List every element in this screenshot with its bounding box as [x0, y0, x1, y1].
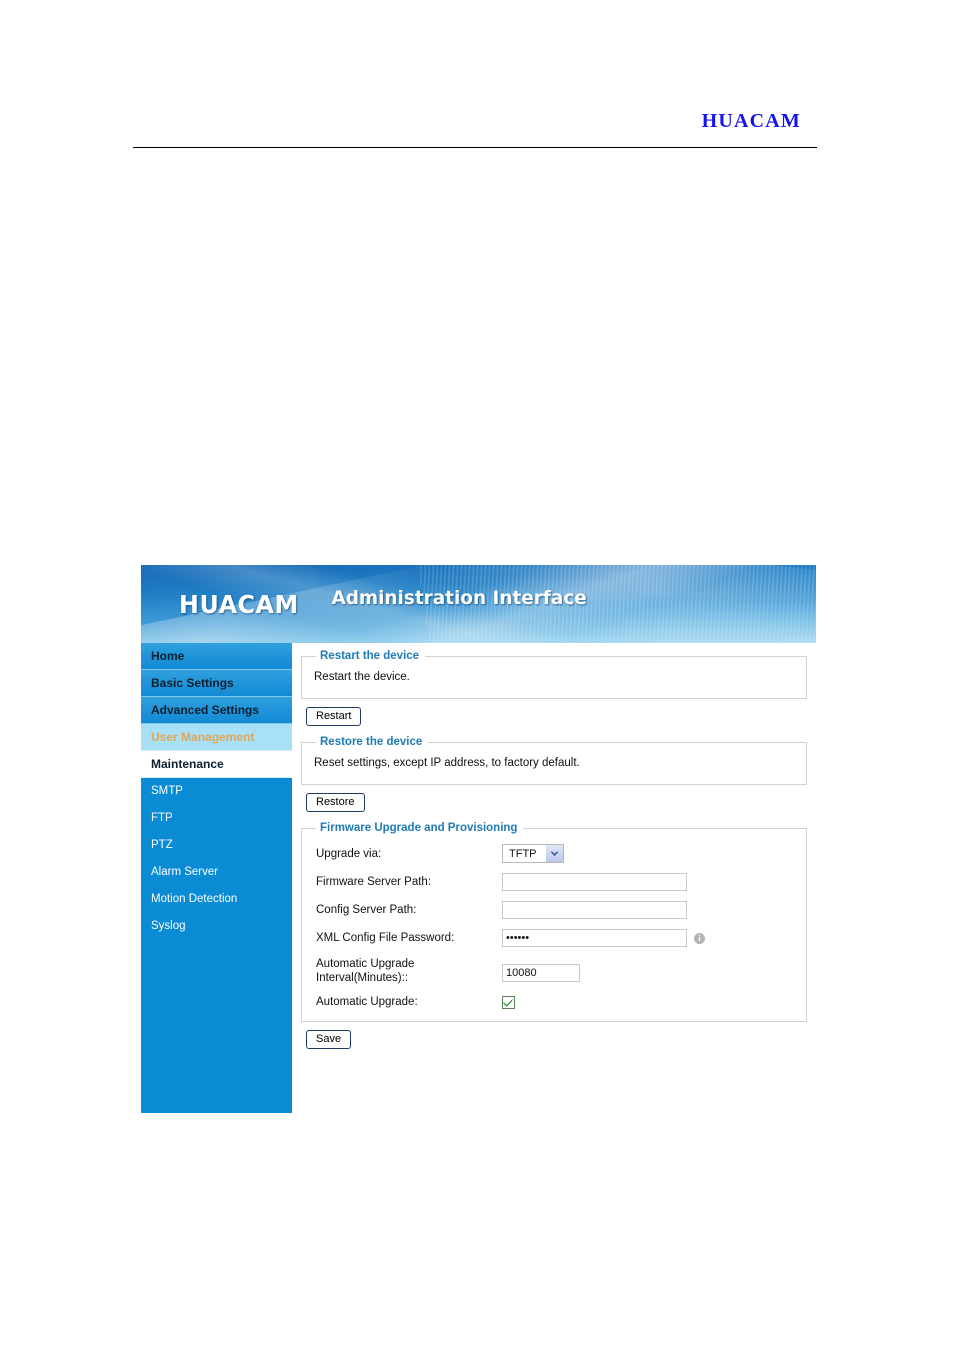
sidebar-item-maintenance[interactable]: Maintenance	[141, 751, 292, 778]
sidebar-item-advanced-settings[interactable]: Advanced Settings	[141, 697, 292, 724]
content-panel: Restart the device Restart the device. R…	[292, 643, 816, 1113]
config-server-path-input[interactable]	[502, 901, 687, 920]
automatic-upgrade-interval-label: Automatic Upgrade Interval(Minutes)::	[316, 958, 415, 985]
sidebar-item-alarm-server[interactable]: Alarm Server	[141, 859, 292, 886]
sidebar-item-label: PTZ	[151, 839, 173, 851]
sidebar-item-label: Home	[151, 649, 185, 663]
sidebar-item-basic-settings[interactable]: Basic Settings	[141, 670, 292, 697]
upgrade-via-selected-value: TFTP	[509, 847, 537, 860]
app-banner: HUACAM Administration Interface	[141, 565, 816, 643]
sidebar-item-ftp[interactable]: FTP	[141, 805, 292, 832]
sidebar-item-ptz[interactable]: PTZ	[141, 832, 292, 859]
sidebar-item-label: Maintenance	[151, 757, 224, 771]
upgrade-via-label: Upgrade via:	[316, 847, 382, 860]
restore-device-legend: Restore the device	[320, 736, 423, 749]
sidebar-item-motion-detection[interactable]: Motion Detection	[141, 886, 292, 913]
restart-device-legend: Restart the device	[320, 650, 420, 662]
restore-device-section: Restore the device Reset settings, excep…	[301, 736, 807, 786]
restore-button[interactable]: Restore	[306, 793, 365, 813]
page-title: Administration Interface	[331, 587, 587, 609]
row-xml-config-password: XML Config File Password: i	[312, 929, 796, 948]
sidebar-item-label: Motion Detection	[151, 893, 238, 905]
sidebar-navigation: Home Basic Settings Advanced Settings Us…	[141, 643, 292, 1113]
sidebar-item-label: Advanced Settings	[151, 703, 260, 717]
header-divider	[133, 147, 817, 148]
sidebar-item-label: Syslog	[151, 920, 186, 932]
sidebar-item-home[interactable]: Home	[141, 643, 292, 670]
sidebar-item-label: SMTP	[151, 785, 183, 797]
restart-device-description: Restart the device.	[314, 671, 410, 683]
document-brand-title: HUACAM	[701, 110, 801, 132]
restore-device-description: Reset settings, except IP address, to fa…	[314, 757, 580, 770]
firmware-form: Upgrade via: TFTP Firmware Server Path: …	[312, 844, 796, 1009]
sidebar-item-user-management[interactable]: User Management	[141, 724, 292, 751]
xml-config-password-label: XML Config File Password:	[316, 932, 455, 945]
automatic-upgrade-label: Automatic Upgrade:	[316, 996, 418, 1009]
document-header: HUACAM	[133, 110, 817, 154]
info-icon[interactable]: i	[694, 932, 705, 944]
row-config-server-path: Config Server Path:	[312, 901, 796, 920]
row-firmware-server-path: Firmware Server Path:	[312, 873, 796, 892]
firmware-upgrade-section: Firmware Upgrade and Provisioning Upgrad…	[301, 822, 807, 1023]
xml-config-password-input[interactable]	[502, 929, 687, 948]
row-upgrade-via: Upgrade via: TFTP	[312, 844, 796, 864]
firmware-server-path-label: Firmware Server Path:	[316, 876, 432, 889]
sidebar-item-syslog[interactable]: Syslog	[141, 913, 292, 940]
automatic-upgrade-interval-input[interactable]	[502, 964, 580, 983]
save-button[interactable]: Save	[306, 1030, 352, 1050]
restart-device-section: Restart the device Restart the device.	[301, 650, 807, 699]
config-server-path-label: Config Server Path:	[316, 904, 417, 917]
sidebar-item-label: Basic Settings	[151, 676, 234, 690]
upgrade-via-select[interactable]: TFTP	[502, 844, 564, 864]
sidebar-item-label: FTP	[151, 812, 173, 824]
sidebar-item-smtp[interactable]: SMTP	[141, 778, 292, 805]
firmware-server-path-input[interactable]	[502, 873, 687, 892]
restart-button[interactable]: Restart	[306, 707, 362, 727]
admin-interface-window: HUACAM Administration Interface Home Bas…	[141, 565, 816, 1113]
sidebar-item-label: User Management	[151, 730, 255, 744]
chevron-down-icon	[546, 845, 563, 863]
sidebar-item-label: Alarm Server	[151, 866, 219, 878]
row-automatic-upgrade: Automatic Upgrade:	[312, 995, 796, 1009]
automatic-upgrade-checkbox[interactable]	[502, 995, 515, 1009]
row-automatic-upgrade-interval: Automatic Upgrade Interval(Minutes)::	[312, 957, 796, 985]
firmware-upgrade-legend: Firmware Upgrade and Provisioning	[320, 822, 518, 835]
